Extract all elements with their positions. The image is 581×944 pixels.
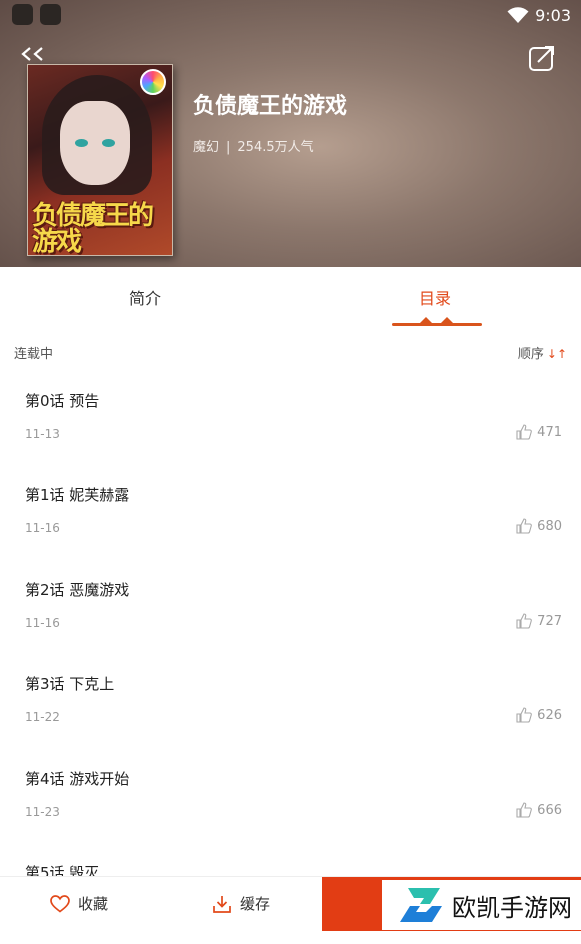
status-time: 9:03 bbox=[535, 6, 571, 25]
sort-button[interactable]: 顺序 ↓↑ bbox=[518, 343, 567, 362]
chapter-like-count: 626 bbox=[537, 707, 562, 723]
chapter-likes[interactable]: 626 bbox=[516, 707, 562, 723]
book-title: 负债魔王的游戏 bbox=[193, 94, 348, 119]
chapter-item[interactable]: 第0话 预告 11-13 471 bbox=[0, 377, 581, 472]
back-icon[interactable] bbox=[20, 44, 50, 64]
chapter-like-count: 680 bbox=[537, 518, 562, 534]
notification-app-icon bbox=[40, 4, 61, 25]
chapter-date: 11-13 bbox=[25, 427, 60, 441]
chapter-item[interactable]: 第1话 妮芙赫露 11-16 680 bbox=[0, 471, 581, 566]
chapter-date: 11-16 bbox=[25, 521, 60, 535]
heart-icon bbox=[50, 894, 70, 913]
book-meta: 魔幻 | 254.5万人气 bbox=[193, 136, 314, 155]
book-popularity: 254.5万人气 bbox=[237, 140, 314, 155]
cache-label: 缓存 bbox=[240, 895, 271, 913]
cache-button[interactable]: 缓存 bbox=[212, 893, 270, 914]
chapter-like-count: 727 bbox=[537, 613, 562, 629]
thumbs-up-icon bbox=[516, 802, 533, 818]
thumbs-up-icon bbox=[516, 424, 533, 440]
book-header: 9:03 负债魔王的游戏 负债魔王的游戏 魔幻 | 254.5万人气 bbox=[0, 0, 581, 267]
cover-art bbox=[102, 139, 115, 147]
toc-header: 连载中 顺序 ↓↑ bbox=[0, 331, 581, 371]
notification-app-icon bbox=[12, 4, 33, 25]
watermark: 欧凯手游网 bbox=[382, 880, 581, 930]
watermark-logo-icon bbox=[400, 888, 442, 922]
watermark-text: 欧凯手游网 bbox=[452, 893, 572, 922]
chapter-date: 11-16 bbox=[25, 616, 60, 630]
chapter-like-count: 666 bbox=[537, 802, 562, 818]
wifi-icon bbox=[507, 7, 529, 23]
tab-bar: 简介 目录 bbox=[0, 267, 581, 331]
book-genre: 魔幻 bbox=[193, 140, 220, 155]
chapter-title: 第1话 妮芙赫露 bbox=[25, 486, 130, 504]
book-cover[interactable]: 负债魔王的游戏 bbox=[27, 64, 173, 256]
chapter-title: 第4话 游戏开始 bbox=[25, 770, 130, 788]
chapter-likes[interactable]: 727 bbox=[516, 613, 562, 629]
chapter-date: 11-22 bbox=[25, 710, 60, 724]
sort-label: 顺序 bbox=[517, 347, 544, 362]
meta-separator: | bbox=[226, 140, 231, 155]
chapter-date: 11-23 bbox=[25, 805, 60, 819]
thumbs-up-icon bbox=[516, 613, 533, 629]
chapter-title: 第0话 预告 bbox=[25, 392, 100, 410]
chapter-item[interactable]: 第2话 恶魔游戏 11-16 727 bbox=[0, 566, 581, 661]
chapter-likes[interactable]: 666 bbox=[516, 802, 562, 818]
chapter-title: 第2话 恶魔游戏 bbox=[25, 581, 130, 599]
chapter-title: 第3话 下克上 bbox=[25, 675, 115, 693]
thumbs-up-icon bbox=[516, 518, 533, 534]
chapter-likes[interactable]: 471 bbox=[516, 424, 562, 440]
status-bar: 9:03 bbox=[0, 0, 581, 30]
tab-intro[interactable]: 简介 bbox=[129, 285, 161, 309]
sort-icon: ↓↑ bbox=[546, 347, 567, 361]
chapter-likes[interactable]: 680 bbox=[516, 518, 562, 534]
chapter-like-count: 471 bbox=[537, 424, 562, 440]
chapter-item[interactable]: 第3话 下克上 11-22 626 bbox=[0, 660, 581, 755]
tab-toc[interactable]: 目录 bbox=[419, 285, 451, 309]
favorite-button[interactable]: 收藏 bbox=[50, 893, 108, 914]
download-icon bbox=[213, 895, 231, 913]
tab-indicator bbox=[392, 323, 482, 326]
chapter-item[interactable]: 第4话 游戏开始 11-23 666 bbox=[0, 755, 581, 850]
favorite-label: 收藏 bbox=[78, 895, 109, 913]
cover-badge-icon bbox=[140, 69, 166, 95]
cover-art bbox=[75, 139, 88, 147]
cover-art bbox=[60, 101, 130, 185]
serial-status: 连载中 bbox=[14, 347, 54, 362]
thumbs-up-icon bbox=[516, 707, 533, 723]
cover-title-text: 负债魔王的游戏 bbox=[32, 201, 154, 256]
share-icon[interactable] bbox=[528, 44, 556, 72]
